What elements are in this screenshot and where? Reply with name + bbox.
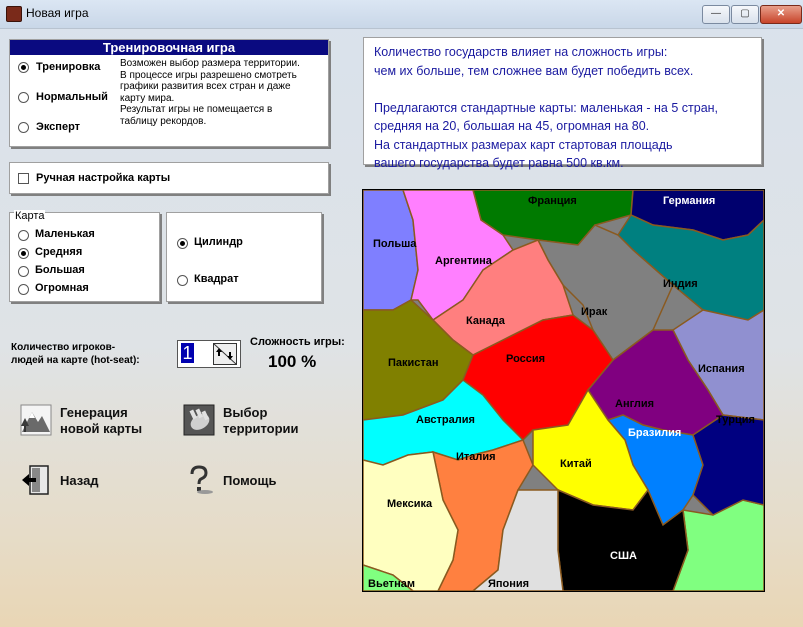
map-size-title: Карта xyxy=(14,210,46,222)
info-text: Количество государств влияет на сложност… xyxy=(374,45,719,170)
up-down-arrows-icon[interactable] xyxy=(213,343,237,365)
exit-door-icon[interactable] xyxy=(20,464,52,496)
radio-size-medium[interactable] xyxy=(18,248,29,259)
help-label[interactable]: Помощь xyxy=(223,473,276,489)
country-label: Польша xyxy=(373,238,417,250)
radio-size-large[interactable] xyxy=(18,266,29,277)
players-count-label: Количество игроков- людей на карте (hot-… xyxy=(11,342,140,366)
topology-label-square[interactable]: Квадрат xyxy=(194,273,239,285)
players-count-value[interactable]: 1 xyxy=(181,343,194,363)
manual-map-checkbox[interactable] xyxy=(18,173,29,184)
country-label: Мексика xyxy=(387,498,433,510)
country-label: Испания xyxy=(698,363,745,375)
size-label-medium[interactable]: Средняя xyxy=(35,246,82,258)
country-label: Россия xyxy=(506,353,546,365)
question-mark-icon[interactable] xyxy=(183,464,215,496)
country-label: Англия xyxy=(615,398,655,410)
country-label: Бразилия xyxy=(628,427,682,439)
title-bar: Новая игра — ▢ ✕ xyxy=(0,0,803,29)
difficulty-value: 100 % xyxy=(268,352,317,371)
mode-label-training[interactable]: Тренировка xyxy=(36,61,100,73)
map-size-panel: Карта Маленькая Средняя Большая Огромная xyxy=(9,210,160,302)
window-title: Новая игра xyxy=(26,6,89,20)
country-label: Китай xyxy=(560,458,592,470)
app-icon xyxy=(6,6,22,22)
radio-training[interactable] xyxy=(18,62,29,73)
new-game-window: Новая игра — ▢ ✕ Тренировочная игра Трен… xyxy=(0,0,803,627)
country-label: Канада xyxy=(466,315,505,327)
world-map-preview[interactable]: Франция Германия Польша Аргентина Индия Ирак К… xyxy=(362,189,765,592)
radio-size-huge[interactable] xyxy=(18,284,29,295)
hand-icon[interactable] xyxy=(183,404,215,436)
radio-size-small[interactable] xyxy=(18,230,29,241)
country-label: США xyxy=(610,550,637,562)
radio-expert[interactable] xyxy=(18,122,29,133)
map-topology-panel: Цилиндр Квадрат xyxy=(166,212,322,302)
mode-label-normal[interactable]: Нормальный xyxy=(36,91,108,103)
radio-cylinder[interactable] xyxy=(177,238,188,249)
game-mode-panel: Тренировочная игра Тренировка Нормальный… xyxy=(9,39,329,147)
select-territory-label[interactable]: Выбор территории xyxy=(223,405,299,437)
mountains-icon[interactable] xyxy=(20,404,52,436)
map-canvas[interactable] xyxy=(363,190,764,591)
stepper-arrows-icon[interactable] xyxy=(213,343,237,365)
close-button[interactable]: ✕ xyxy=(760,5,802,24)
manual-map-panel[interactable]: Ручная настройка карты xyxy=(9,162,329,194)
radio-square[interactable] xyxy=(177,275,188,286)
size-label-small[interactable]: Маленькая xyxy=(35,228,95,240)
game-mode-header: Тренировочная игра xyxy=(10,40,328,55)
mode-label-expert[interactable]: Эксперт xyxy=(36,121,80,133)
country-label: Япония xyxy=(488,578,530,590)
country-label: Италия xyxy=(456,451,496,463)
back-label[interactable]: Назад xyxy=(60,473,99,489)
maximize-button[interactable]: ▢ xyxy=(731,5,759,24)
players-count-stepper[interactable]: 1 xyxy=(177,340,241,368)
country-region[interactable] xyxy=(692,414,764,516)
country-label: Ирак xyxy=(581,306,608,318)
country-label: Австралия xyxy=(416,414,475,426)
country-label: Турция xyxy=(716,414,755,426)
size-label-large[interactable]: Большая xyxy=(35,264,85,276)
country-label: Индия xyxy=(663,278,698,290)
country-label: Вьетнам xyxy=(368,578,415,590)
game-mode-description: Возможен выбор размера территории. В про… xyxy=(120,58,300,127)
topology-label-cylinder[interactable]: Цилиндр xyxy=(194,236,243,248)
country-label: Франция xyxy=(528,195,577,207)
size-label-huge[interactable]: Огромная xyxy=(35,282,89,294)
radio-normal[interactable] xyxy=(18,92,29,103)
difficulty-label: Сложность игры: xyxy=(250,336,345,348)
info-panel: Количество государств влияет на сложност… xyxy=(363,37,762,170)
generate-map-label[interactable]: Генерация новой карты xyxy=(60,405,142,437)
country-label: Пакистан xyxy=(388,357,439,369)
manual-map-label[interactable]: Ручная настройка карты xyxy=(36,172,170,184)
country-label: Германия xyxy=(663,195,716,207)
minimize-button[interactable]: — xyxy=(702,5,730,24)
country-label: Аргентина xyxy=(435,255,492,267)
